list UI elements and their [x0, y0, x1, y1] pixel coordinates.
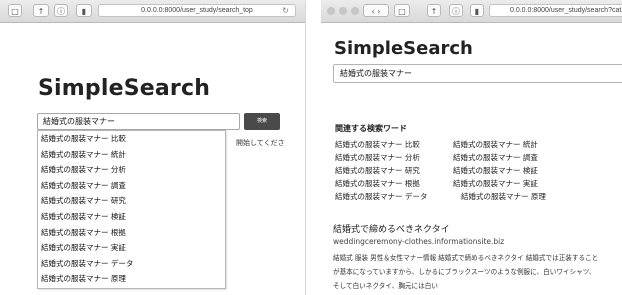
snippet-line: が基本になっていますから、しかるにブラックスーツのような例服に、白いワイシャツ、: [333, 268, 596, 276]
suggestion-item[interactable]: 結婚式の服装マナー 実証: [38, 240, 225, 256]
reload-icon[interactable]: ↻: [282, 5, 289, 16]
logo: SimpleSearch: [334, 38, 473, 59]
share-icon[interactable]: ↑: [427, 4, 441, 17]
address-bar[interactable]: 0.0.0.0:8000/user_study/search_top ↻: [98, 4, 296, 17]
address-text: 0.0.0.0:8000/user_study/search_top: [141, 7, 253, 14]
pane-gap: [306, 0, 321, 295]
sidebar-toggle-icon[interactable]: □: [8, 4, 22, 17]
related-search-link[interactable]: 結婚式の服装マナー 実証: [453, 179, 538, 188]
info-icon[interactable]: ⓘ: [54, 4, 68, 17]
suggestion-item[interactable]: 結婚式の服装マナー 研究: [38, 193, 225, 209]
search-button[interactable]: 検索: [244, 113, 280, 130]
related-search-link[interactable]: 結婚式の服装マナー 研究: [335, 166, 420, 175]
extension-icon[interactable]: ▮: [76, 4, 92, 17]
suggestion-item[interactable]: 結婚式の服装マナー 検証: [38, 209, 225, 225]
snippet-line: 結婚式 服装 男性＆女性マナー情報 結婚式で締めるべきネクタイ 結婚式では正装す…: [333, 254, 599, 262]
address-text: 0.0.0.0:8000/user_study/search?cat: [510, 7, 622, 14]
related-search-link[interactable]: 結婚式の服装マナー データ: [335, 192, 427, 201]
search-input[interactable]: 結婚式の服装マナー: [333, 64, 622, 83]
result-title-link[interactable]: 結婚式で締めるべきネクタイ: [333, 222, 450, 235]
related-search-link[interactable]: 結婚式の服装マナー 根拠: [335, 179, 420, 188]
back-forward-icon[interactable]: ‹ ›: [363, 4, 389, 17]
snippet-line: そして白いネクタイ、胸元には白い: [333, 282, 438, 290]
related-search-link[interactable]: 結婚式の服装マナー 分析: [335, 153, 420, 162]
result-url: weddingceremony-clothes.informationsite.…: [333, 237, 505, 246]
related-search-link[interactable]: 結婚式の服装マナー 原理: [461, 192, 546, 201]
instruction-text: 開始してくださ: [236, 139, 285, 147]
autocomplete-dropdown: 結婚式の服装マナー 比較 結婚式の服装マナー 統計 結婚式の服装マナー 分析 結…: [37, 130, 226, 289]
left-browser-window: □ ↑ ⓘ ▮ 0.0.0.0:8000/user_study/search_t…: [0, 0, 306, 295]
zoom-window-icon[interactable]: [351, 7, 359, 15]
extension-icon[interactable]: ▮: [470, 4, 484, 17]
sidebar-toggle-icon[interactable]: □: [394, 4, 410, 17]
suggestion-item[interactable]: 結婚式の服装マナー 統計: [38, 147, 225, 163]
suggestion-item[interactable]: 結婚式の服装マナー 根拠: [38, 225, 225, 241]
search-input[interactable]: 結婚式の服装マナー: [37, 113, 240, 130]
browser-toolbar: □ ↑ ⓘ ▮ 0.0.0.0:8000/user_study/search_t…: [0, 0, 305, 23]
related-search-link[interactable]: 結婚式の服装マナー 検証: [453, 166, 538, 175]
browser-toolbar: ‹ › □ ↑ ⓘ ▮ 0.0.0.0:8000/user_study/sear…: [321, 0, 622, 23]
suggestion-item[interactable]: 結婚式の服装マナー 原理: [38, 271, 225, 287]
minimize-window-icon[interactable]: [339, 7, 347, 15]
share-icon[interactable]: ↑: [33, 4, 49, 17]
right-browser-window: ‹ › □ ↑ ⓘ ▮ 0.0.0.0:8000/user_study/sear…: [321, 0, 622, 295]
result-snippet: 結婚式 服装 男性＆女性マナー情報 結婚式で締めるべきネクタイ 結婚式では正装す…: [333, 251, 622, 293]
related-search-link[interactable]: 結婚式の服装マナー 比較: [335, 140, 420, 149]
related-search-link[interactable]: 結婚式の服装マナー 統計: [453, 140, 538, 149]
suggestion-item[interactable]: 結婚式の服装マナー 比較: [38, 131, 225, 147]
related-searches-heading: 関連する検索ワード: [335, 124, 407, 133]
logo: SimpleSearch: [38, 76, 211, 101]
suggestion-item[interactable]: 結婚式の服装マナー データ: [38, 256, 225, 272]
suggestion-item[interactable]: 結婚式の服装マナー 分析: [38, 162, 225, 178]
suggestion-item[interactable]: 結婚式の服装マナー 調査: [38, 178, 225, 194]
address-bar[interactable]: 0.0.0.0:8000/user_study/search?cat: [489, 4, 622, 17]
info-icon[interactable]: ⓘ: [449, 4, 463, 17]
related-search-link[interactable]: 結婚式の服装マナー 調査: [453, 153, 538, 162]
close-window-icon[interactable]: [327, 7, 335, 15]
